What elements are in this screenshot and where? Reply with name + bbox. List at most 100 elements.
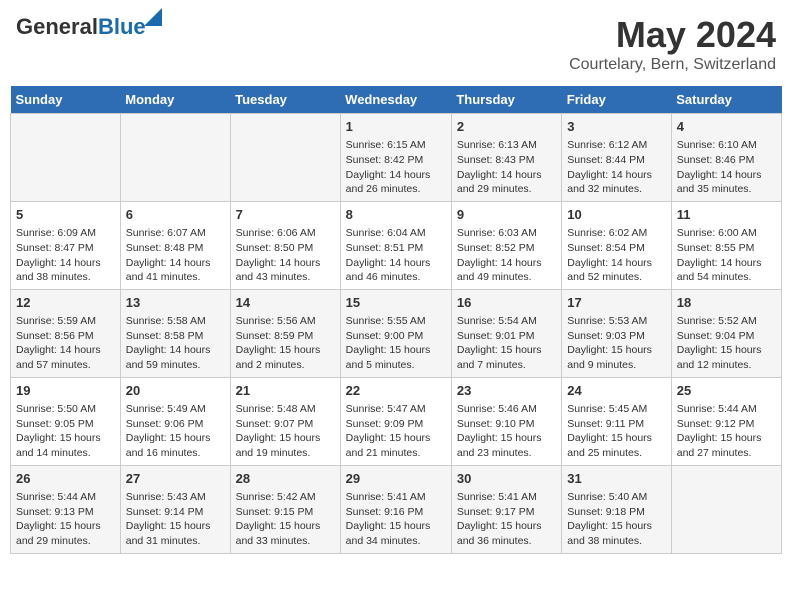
day-details: Sunrise: 5:53 AM Sunset: 9:03 PM Dayligh… xyxy=(567,314,665,373)
calendar-cell: 29 Sunrise: 5:41 AM Sunset: 9:16 PM Dayli… xyxy=(340,465,451,553)
day-number: 8 xyxy=(346,206,446,224)
calendar-week-row: 26Sunrise: 5:44 AM Sunset: 9:13 PM Dayli… xyxy=(11,465,782,553)
day-number: 25 xyxy=(677,382,776,400)
header-saturday: Saturday xyxy=(671,86,781,114)
day-number: 22 xyxy=(346,382,446,400)
day-number: 28 xyxy=(236,470,335,488)
calendar-cell: 7 Sunrise: 6:06 AM Sunset: 8:50 PM Daylig… xyxy=(230,201,340,289)
calendar-cell: 4 Sunrise: 6:10 AM Sunset: 8:46 PM Daylig… xyxy=(671,114,781,202)
day-details: Sunrise: 6:03 AM Sunset: 8:52 PM Dayligh… xyxy=(457,226,556,285)
calendar-cell: 22Sunrise: 5:47 AM Sunset: 9:09 PM Dayli… xyxy=(340,377,451,465)
calendar-cell: 19 Sunrise: 5:50 AM Sunset: 9:05 PM Dayli… xyxy=(11,377,121,465)
day-number: 31 xyxy=(567,470,665,488)
day-number: 19 xyxy=(16,382,115,400)
logo-arrow-icon xyxy=(144,8,162,26)
day-details: Sunrise: 5:49 AM Sunset: 9:06 PM Dayligh… xyxy=(126,402,225,461)
calendar-cell: 3 Sunrise: 6:12 AM Sunset: 8:44 PM Daylig… xyxy=(562,114,671,202)
day-details: Sunrise: 5:41 AM Sunset: 9:16 PM Dayligh… xyxy=(346,490,446,549)
calendar-cell: 5 Sunrise: 6:09 AM Sunset: 8:47 PM Daylig… xyxy=(11,201,121,289)
day-number: 24 xyxy=(567,382,665,400)
day-details: Sunrise: 6:06 AM Sunset: 8:50 PM Dayligh… xyxy=(236,226,335,285)
calendar-cell: 31Sunrise: 5:40 AM Sunset: 9:18 PM Dayli… xyxy=(562,465,671,553)
calendar-cell: 18 Sunrise: 5:52 AM Sunset: 9:04 PM Dayli… xyxy=(671,289,781,377)
day-details: Sunrise: 6:10 AM Sunset: 8:46 PM Dayligh… xyxy=(677,138,776,197)
day-number: 15 xyxy=(346,294,446,312)
day-number: 9 xyxy=(457,206,556,224)
header-friday: Friday xyxy=(562,86,671,114)
day-details: Sunrise: 6:12 AM Sunset: 8:44 PM Dayligh… xyxy=(567,138,665,197)
day-number: 20 xyxy=(126,382,225,400)
day-details: Sunrise: 6:00 AM Sunset: 8:55 PM Dayligh… xyxy=(677,226,776,285)
calendar-cell xyxy=(671,465,781,553)
calendar-cell: 30Sunrise: 5:41 AM Sunset: 9:17 PM Dayli… xyxy=(451,465,561,553)
day-details: Sunrise: 5:43 AM Sunset: 9:14 PM Dayligh… xyxy=(126,490,225,549)
calendar-cell xyxy=(11,114,121,202)
day-number: 14 xyxy=(236,294,335,312)
day-number: 7 xyxy=(236,206,335,224)
day-details: Sunrise: 5:52 AM Sunset: 9:04 PM Dayligh… xyxy=(677,314,776,373)
day-number: 23 xyxy=(457,382,556,400)
day-number: 10 xyxy=(567,206,665,224)
calendar-header-row: Sunday Monday Tuesday Wednesday Thursday… xyxy=(11,86,782,114)
calendar-body: 1 Sunrise: 6:15 AM Sunset: 8:42 PM Daylig… xyxy=(11,114,782,554)
calendar-cell: 27 Sunrise: 5:43 AM Sunset: 9:14 PM Dayli… xyxy=(120,465,230,553)
header-tuesday: Tuesday xyxy=(230,86,340,114)
header-sunday: Sunday xyxy=(11,86,121,114)
day-details: Sunrise: 5:50 AM Sunset: 9:05 PM Dayligh… xyxy=(16,402,115,461)
day-details: Sunrise: 5:46 AM Sunset: 9:10 PM Dayligh… xyxy=(457,402,556,461)
header-monday: Monday xyxy=(120,86,230,114)
calendar-cell: 9 Sunrise: 6:03 AM Sunset: 8:52 PM Daylig… xyxy=(451,201,561,289)
location-subtitle: Courtelary, Bern, Switzerland xyxy=(569,56,776,74)
day-number: 11 xyxy=(677,206,776,224)
day-details: Sunrise: 6:07 AM Sunset: 8:48 PM Dayligh… xyxy=(126,226,225,285)
day-number: 16 xyxy=(457,294,556,312)
day-details: Sunrise: 5:55 AM Sunset: 9:00 PM Dayligh… xyxy=(346,314,446,373)
calendar-cell: 2Sunrise: 6:13 AM Sunset: 8:43 PM Daylig… xyxy=(451,114,561,202)
header-thursday: Thursday xyxy=(451,86,561,114)
day-number: 13 xyxy=(126,294,225,312)
calendar-cell: 6Sunrise: 6:07 AM Sunset: 8:48 PM Daylig… xyxy=(120,201,230,289)
calendar-cell: 23 Sunrise: 5:46 AM Sunset: 9:10 PM Dayli… xyxy=(451,377,561,465)
day-number: 1 xyxy=(346,118,446,136)
day-number: 18 xyxy=(677,294,776,312)
calendar-table: Sunday Monday Tuesday Wednesday Thursday… xyxy=(10,86,782,554)
calendar-cell: 20 Sunrise: 5:49 AM Sunset: 9:06 PM Dayli… xyxy=(120,377,230,465)
calendar-cell: 11 Sunrise: 6:00 AM Sunset: 8:55 PM Dayli… xyxy=(671,201,781,289)
calendar-cell: 8 Sunrise: 6:04 AM Sunset: 8:51 PM Daylig… xyxy=(340,201,451,289)
day-details: Sunrise: 6:02 AM Sunset: 8:54 PM Dayligh… xyxy=(567,226,665,285)
calendar-cell: 26Sunrise: 5:44 AM Sunset: 9:13 PM Dayli… xyxy=(11,465,121,553)
calendar-week-row: 5 Sunrise: 6:09 AM Sunset: 8:47 PM Daylig… xyxy=(11,201,782,289)
calendar-cell: 12Sunrise: 5:59 AM Sunset: 8:56 PM Dayli… xyxy=(11,289,121,377)
day-details: Sunrise: 5:42 AM Sunset: 9:15 PM Dayligh… xyxy=(236,490,335,549)
calendar-cell: 17 Sunrise: 5:53 AM Sunset: 9:03 PM Dayli… xyxy=(562,289,671,377)
calendar-cell: 14 Sunrise: 5:56 AM Sunset: 8:59 PM Dayli… xyxy=(230,289,340,377)
page-header: General Blue May 2024 Courtelary, Bern, … xyxy=(10,10,782,78)
calendar-week-row: 12Sunrise: 5:59 AM Sunset: 8:56 PM Dayli… xyxy=(11,289,782,377)
calendar-cell: 24 Sunrise: 5:45 AM Sunset: 9:11 PM Dayli… xyxy=(562,377,671,465)
day-details: Sunrise: 5:59 AM Sunset: 8:56 PM Dayligh… xyxy=(16,314,115,373)
logo-general: General xyxy=(16,14,98,40)
day-details: Sunrise: 5:45 AM Sunset: 9:11 PM Dayligh… xyxy=(567,402,665,461)
day-number: 29 xyxy=(346,470,446,488)
day-number: 27 xyxy=(126,470,225,488)
day-details: Sunrise: 5:54 AM Sunset: 9:01 PM Dayligh… xyxy=(457,314,556,373)
day-number: 30 xyxy=(457,470,556,488)
title-area: May 2024 Courtelary, Bern, Switzerland xyxy=(569,14,776,74)
day-number: 4 xyxy=(677,118,776,136)
calendar-cell xyxy=(120,114,230,202)
day-number: 3 xyxy=(567,118,665,136)
day-number: 17 xyxy=(567,294,665,312)
day-details: Sunrise: 6:15 AM Sunset: 8:42 PM Dayligh… xyxy=(346,138,446,197)
calendar-week-row: 1 Sunrise: 6:15 AM Sunset: 8:42 PM Daylig… xyxy=(11,114,782,202)
day-details: Sunrise: 5:56 AM Sunset: 8:59 PM Dayligh… xyxy=(236,314,335,373)
header-wednesday: Wednesday xyxy=(340,86,451,114)
day-details: Sunrise: 6:04 AM Sunset: 8:51 PM Dayligh… xyxy=(346,226,446,285)
day-number: 26 xyxy=(16,470,115,488)
day-details: Sunrise: 6:09 AM Sunset: 8:47 PM Dayligh… xyxy=(16,226,115,285)
calendar-cell: 13Sunrise: 5:58 AM Sunset: 8:58 PM Dayli… xyxy=(120,289,230,377)
calendar-cell: 25 Sunrise: 5:44 AM Sunset: 9:12 PM Dayli… xyxy=(671,377,781,465)
day-number: 5 xyxy=(16,206,115,224)
day-details: Sunrise: 5:44 AM Sunset: 9:12 PM Dayligh… xyxy=(677,402,776,461)
day-number: 2 xyxy=(457,118,556,136)
calendar-cell xyxy=(230,114,340,202)
